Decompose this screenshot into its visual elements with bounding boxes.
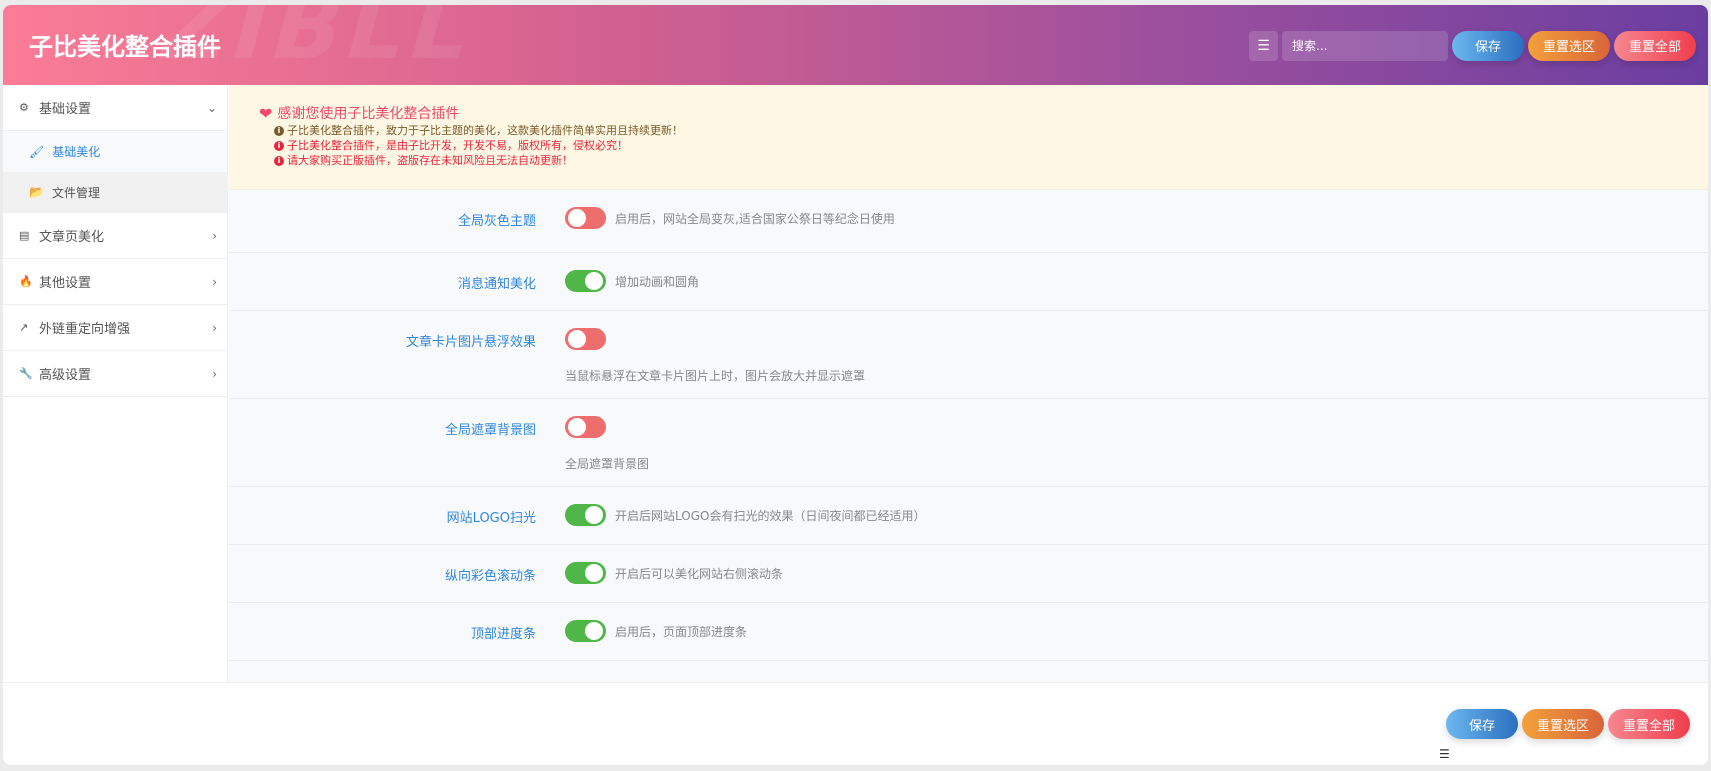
setting-description: 启用后，页面顶部进度条 [615,625,748,639]
setting-description: 全局遮罩背景图 [565,457,650,471]
info-icon: i [274,140,284,151]
notice-box: ❤ 感谢您使用子比美化整合插件 i 子比美化整合插件，致力于子比主题的美化，这款美化… [229,85,1708,190]
menu-toggle-icon[interactable]: ☰ [1249,30,1278,61]
toggle-knob [585,622,603,640]
setting-row: 消息通知美化 增加动画和圆角 [229,253,1708,311]
sidebar-item-label: 外链重定向增强 [39,322,131,337]
reset-section-button[interactable]: 重置选区 [1528,30,1610,61]
toggle-knob [568,330,586,348]
sidebar-item-article-beautify[interactable]: ▤ 文章页美化 › [3,213,227,259]
setting-description: 增加动画和圆角 [615,275,700,289]
setting-label: 全局灰色主题 [457,214,536,229]
fire-icon: 🔥 [19,275,33,288]
setting-toggle[interactable] [565,270,606,292]
chevron-down-icon: ⌄ [206,100,217,115]
settings-main: ❤ 感谢您使用子比美化整合插件 i 子比美化整合插件，致力于子比主题的美化，这款美化… [229,85,1708,682]
toggle-knob [585,272,603,290]
notice-line: 请大家购买正版插件，盗版存在未知风险且无法自动更新！ [287,154,573,167]
chevron-right-icon: › [212,366,217,381]
setting-label: 消息通知美化 [457,277,536,292]
options-panel: ZIBLL 子比美化整合插件 ☰ 保存 重置选区 重置全部 ⚙ 基础设置 ⌄ 🖌 基础… [3,5,1708,765]
setting-label: 文章卡片图片悬浮效果 [405,335,536,350]
toggle-knob [568,418,586,436]
notice-line: 子比美化整合插件，是由子比开发，开发不易，版权所有，侵权必究！ [287,139,628,152]
chevron-right-icon: › [212,274,217,289]
setting-toggle[interactable] [565,207,606,229]
page-title: 子比美化整合插件 [29,33,221,61]
setting-row: 全局灰色主题 启用后，网站全局变灰,适合国家公祭日等纪念日使用 [229,190,1708,253]
save-button[interactable]: 保存 [1452,30,1524,61]
setting-toggle[interactable] [565,328,606,350]
gear-icon: ⚙ [19,101,29,114]
setting-row: 全局遮罩背景图 全局遮罩背景图 [229,399,1708,487]
toggle-knob [568,209,586,227]
reset-all-button[interactable]: 重置全部 [1614,30,1696,61]
setting-toggle[interactable] [565,416,606,438]
footer-save-button[interactable]: 保存 [1446,709,1518,739]
setting-row: 文章卡片图片悬浮效果 当鼠标悬浮在文章卡片图片上时，图片会放大并显示遮罩 [229,311,1708,399]
sidebar-item-other-settings[interactable]: 🔥 其他设置 › [3,259,227,305]
setting-description: 当鼠标悬浮在文章卡片图片上时，图片会放大并显示遮罩 [565,369,866,383]
footer-reset-section-button[interactable]: 重置选区 [1522,709,1604,739]
notice-title: 感谢您使用子比美化整合插件 [277,106,460,122]
sidebar-item-label: 文件管理 [51,185,100,200]
sidebar: ⚙ 基础设置 ⌄ 🖌 基础美化 📂 文件管理 ▤ 文章页美化 › 🔥 其他设置 › ↗ 外链重定向… [3,85,228,682]
wrench-icon: 🔧 [19,367,33,380]
sidebar-item-label: 高级设置 [39,368,92,383]
setting-toggle[interactable] [565,620,606,642]
setting-description: 开启后网站LOGO会有扫光的效果（日间夜间都已经适用） [615,509,926,523]
setting-row: 顶部进度条 启用后，页面顶部进度条 [229,603,1708,661]
info-icon: i [274,155,284,166]
menu-toggle-icon[interactable]: ☰ [1439,747,1450,761]
toggle-knob [585,564,603,582]
sidebar-subitem-basic-beautify[interactable]: 🖌 基础美化 [3,131,227,172]
setting-label: 顶部进度条 [470,627,536,642]
footer: 保存 重置选区 重置全部 ☰ [3,682,1708,765]
sidebar-item-label: 基础美化 [52,145,101,159]
sidebar-item-label: 其他设置 [39,276,92,291]
footer-reset-all-button[interactable]: 重置全部 [1608,709,1690,739]
file-text-icon: ▤ [19,229,30,242]
folder-open-icon: 📂 [29,185,44,199]
sidebar-subitem-file-management[interactable]: 📂 文件管理 [3,172,227,213]
sidebar-item-label: 基础设置 [39,102,92,117]
info-icon: i [274,125,284,136]
sidebar-item-label: 文章页美化 [39,230,105,245]
header: ZIBLL 子比美化整合插件 ☰ 保存 重置选区 重置全部 [3,5,1708,85]
setting-description: 启用后，网站全局变灰,适合国家公祭日等纪念日使用 [615,212,895,226]
heart-icon: ❤ [259,103,273,123]
search-input[interactable] [1282,30,1448,61]
setting-label: 全局遮罩背景图 [444,423,536,438]
setting-description: 开启后可以美化网站右侧滚动条 [615,567,784,581]
chevron-right-icon: › [212,320,217,335]
setting-toggle[interactable] [565,562,606,584]
sidebar-item-link-redirect[interactable]: ↗ 外链重定向增强 › [3,305,227,351]
external-link-icon: ↗ [19,321,29,334]
toggle-knob [585,506,603,524]
notice-line: 子比美化整合插件，致力于子比主题的美化，这款美化插件简单实用且持续更新！ [287,124,683,137]
chevron-right-icon: › [212,228,217,243]
setting-label: 纵向彩色滚动条 [444,569,536,584]
setting-toggle[interactable] [565,504,606,526]
brush-icon: 🖌 [29,144,45,159]
sidebar-item-advanced-settings[interactable]: 🔧 高级设置 › [3,351,227,397]
setting-row: 网站LOGO扫光 开启后网站LOGO会有扫光的效果（日间夜间都已经适用） [229,487,1708,545]
setting-label: 网站LOGO扫光 [446,511,536,526]
setting-row: 纵向彩色滚动条 开启后可以美化网站右侧滚动条 [229,545,1708,603]
sidebar-item-basic-settings[interactable]: ⚙ 基础设置 ⌄ [3,85,227,131]
